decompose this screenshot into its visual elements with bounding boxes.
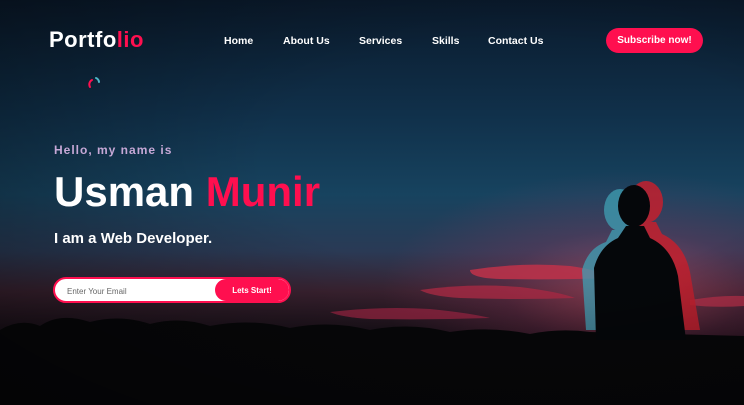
nav-item-skills[interactable]: Skills (432, 35, 459, 47)
nav-item-services[interactable]: Services (359, 35, 402, 47)
hero-name: Usman Munir (54, 166, 320, 218)
email-signup-form: Lets Start! (53, 277, 291, 303)
subscribe-button[interactable]: Subscribe now! (606, 28, 703, 53)
loading-spinner-icon (88, 77, 100, 88)
top-navigation-bar: Portfolio Home About Us Services Skills … (0, 0, 744, 80)
lets-start-button[interactable]: Lets Start! (215, 279, 289, 301)
greeting-text: Hello, my name is (54, 143, 173, 157)
nav-item-about-us[interactable]: About Us (283, 35, 330, 47)
email-input[interactable] (65, 279, 219, 301)
first-name: Usman (54, 168, 195, 215)
role-text: I am a Web Developer. (54, 230, 213, 247)
nav-item-contact-us[interactable]: Contact Us (488, 35, 543, 47)
hero-section: Portfolio Home About Us Services Skills … (0, 0, 744, 405)
nav-item-home[interactable]: Home (224, 35, 253, 47)
last-name: Munir (205, 168, 321, 215)
